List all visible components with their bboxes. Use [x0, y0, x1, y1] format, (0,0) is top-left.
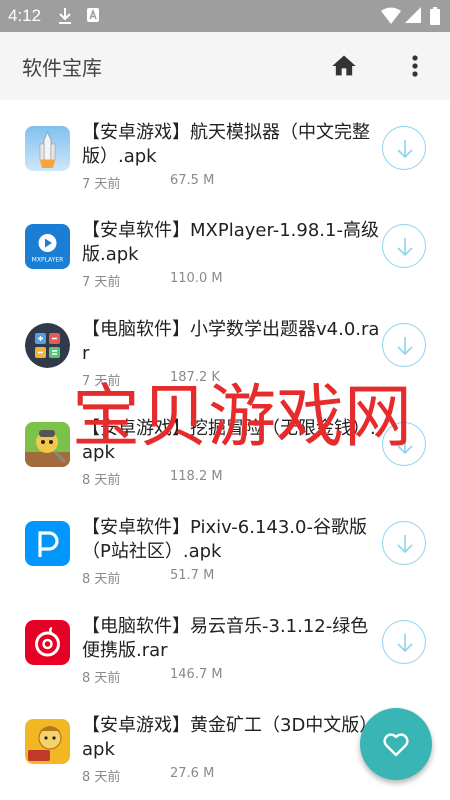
item-age: 7 天前	[82, 177, 121, 192]
item-size: 146.7 M	[170, 667, 223, 682]
mxplayer-icon: MXPLAYER	[25, 224, 70, 269]
item-age: 8 天前	[82, 671, 121, 686]
gold-miner-icon	[25, 719, 70, 764]
list-item[interactable]: 【安卓游戏】航天模拟器（中文完整版）.apk 7 天前 67.5 M	[0, 100, 450, 198]
download-button[interactable]	[382, 521, 426, 565]
item-size: 118.2 M	[170, 469, 223, 484]
wifi-icon	[381, 7, 401, 24]
status-time: 4:12	[8, 6, 42, 25]
item-size: 27.6 M	[170, 766, 215, 781]
heart-icon	[383, 733, 409, 757]
pixiv-icon	[25, 521, 70, 566]
download-arrow-icon	[397, 337, 413, 356]
item-age: 7 天前	[82, 275, 121, 290]
download-button[interactable]	[382, 323, 426, 367]
app-notification-icon	[87, 8, 99, 22]
more-options-button[interactable]	[405, 52, 425, 80]
app-bar: 软件宝库	[0, 32, 450, 100]
item-age: 8 天前	[82, 770, 121, 785]
rocket-icon	[25, 126, 70, 171]
svg-text:MXPLAYER: MXPLAYER	[32, 257, 64, 264]
item-size: 67.5 M	[170, 173, 215, 188]
download-button[interactable]	[382, 126, 426, 170]
signal-icon	[405, 7, 421, 23]
item-title: 【安卓游戏】航天模拟器（中文完整版）.apk	[82, 122, 370, 167]
download-arrow-icon	[397, 634, 413, 653]
watermark-text: 宝贝游戏网	[72, 378, 413, 457]
item-title: 【安卓游戏】黄金矿工（3D中文版）.apk	[82, 715, 384, 760]
netease-music-icon	[25, 620, 70, 665]
math-icon	[25, 323, 70, 368]
download-status-icon	[59, 8, 71, 24]
digger-icon	[25, 422, 70, 467]
home-icon	[332, 55, 356, 76]
item-title: 【电脑软件】小学数学出题器v4.0.rar	[82, 319, 380, 364]
download-arrow-icon	[397, 238, 413, 257]
list-item[interactable]: 【电脑软件】易云音乐-3.1.12-绿色便携版.rar 8 天前 146.7 M	[0, 594, 450, 692]
item-title: 【安卓软件】MXPlayer-1.98.1-高级版.apk	[82, 220, 379, 265]
list-item[interactable]: MXPLAYER 【安卓软件】MXPlayer-1.98.1-高级版.apk 7…	[0, 198, 450, 296]
battery-icon	[430, 7, 440, 25]
list-item[interactable]: 【安卓软件】Pixiv-6.143.0-谷歌版（P站社区）.apk 8 天前 5…	[0, 495, 450, 593]
item-age: 8 天前	[82, 572, 121, 587]
download-button[interactable]	[382, 620, 426, 664]
watermark: 宝贝游戏网	[72, 380, 412, 460]
item-title: 【电脑软件】易云音乐-3.1.12-绿色便携版.rar	[82, 616, 369, 661]
favorite-fab[interactable]	[360, 708, 432, 780]
item-size: 110.0 M	[170, 271, 223, 286]
app-title: 软件宝库	[22, 56, 102, 80]
download-button[interactable]	[382, 224, 426, 268]
home-button[interactable]	[330, 52, 358, 80]
more-vert-icon	[412, 55, 418, 77]
download-arrow-icon	[397, 140, 413, 159]
item-title: 【安卓软件】Pixiv-6.143.0-谷歌版（P站社区）.apk	[82, 517, 367, 562]
status-bar: 4:12	[0, 0, 450, 32]
item-age: 8 天前	[82, 473, 121, 488]
download-arrow-icon	[397, 535, 413, 554]
item-size: 51.7 M	[170, 568, 215, 583]
